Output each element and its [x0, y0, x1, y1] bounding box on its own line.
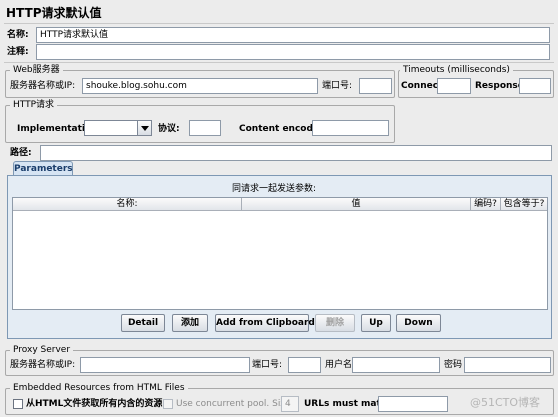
response-timeout-field[interactable]: [519, 78, 551, 94]
path-label: 路径:: [10, 148, 32, 158]
server-name-field[interactable]: shouke.blog.sohu.com: [82, 78, 318, 94]
path-field[interactable]: [40, 145, 552, 161]
proxy-password-label: 密码: [444, 360, 463, 370]
port-label: 端口号:: [322, 81, 353, 91]
web-server-legend: Web服务器: [10, 64, 63, 76]
delete-button[interactable]: 删除: [315, 314, 355, 332]
server-name-label: 服务器名称或IP:: [10, 81, 76, 91]
panel-title: HTTP请求默认值: [6, 6, 102, 20]
watermark: @51CTO博客: [470, 396, 541, 409]
dropdown-arrow-button[interactable]: [137, 121, 151, 135]
chevron-down-icon: [141, 126, 149, 131]
column-header-name[interactable]: 名称:: [13, 198, 242, 211]
separator: [4, 23, 554, 24]
proxy-username-field[interactable]: [352, 357, 440, 373]
timeouts-legend: Timeouts (milliseconds): [400, 64, 513, 76]
content-encoding-field[interactable]: [312, 120, 389, 136]
http-request-legend: HTTP请求: [10, 99, 58, 111]
retrieve-resources-checkbox[interactable]: [13, 399, 23, 409]
proxy-password-field[interactable]: [464, 357, 551, 373]
up-button[interactable]: Up: [361, 314, 391, 332]
parameters-caption: 同请求一起发送参数:: [232, 184, 317, 194]
urls-must-match-field[interactable]: [378, 396, 448, 412]
comment-label: 注释:: [7, 47, 29, 57]
down-button[interactable]: Down: [396, 314, 441, 332]
column-header-value[interactable]: 值: [242, 198, 471, 211]
proxy-port-label: 端口号:: [252, 360, 283, 370]
parameters-table[interactable]: 名称: 值 编码? 包含等于?: [12, 197, 548, 310]
embedded-resources-legend: Embedded Resources from HTML Files: [10, 382, 188, 394]
column-header-encode[interactable]: 编码?: [471, 198, 501, 211]
name-label: 名称:: [7, 30, 29, 40]
pool-size-field[interactable]: 4: [281, 396, 299, 412]
separator: [4, 62, 554, 63]
add-button[interactable]: 添加: [172, 314, 208, 332]
connect-timeout-field[interactable]: [437, 78, 471, 94]
proxy-username-label: 用户名: [325, 360, 353, 370]
concurrent-pool-label: Use concurrent pool. Size:: [176, 399, 294, 409]
detail-button[interactable]: Detail: [121, 314, 165, 332]
name-field[interactable]: HTTP请求默认值: [36, 27, 550, 43]
proxy-server-label: 服务器名称或IP:: [10, 360, 76, 370]
proxy-port-field[interactable]: [288, 357, 321, 373]
protocol-label: 协议:: [158, 124, 180, 134]
proxy-server-field[interactable]: [80, 357, 250, 373]
add-from-clipboard-button[interactable]: Add from Clipboard: [215, 314, 315, 332]
retrieve-resources-label: 从HTML文件获取所有内含的资源: [26, 399, 163, 409]
comment-field[interactable]: [36, 44, 550, 60]
implementation-select[interactable]: [84, 120, 152, 136]
proxy-server-legend: Proxy Server: [10, 344, 74, 356]
tab-parameters[interactable]: Parameters: [13, 161, 73, 176]
concurrent-pool-checkbox[interactable]: [163, 399, 173, 409]
column-header-include-equals[interactable]: 包含等于?: [501, 198, 547, 211]
port-field[interactable]: [359, 78, 392, 94]
protocol-field[interactable]: [189, 120, 221, 136]
